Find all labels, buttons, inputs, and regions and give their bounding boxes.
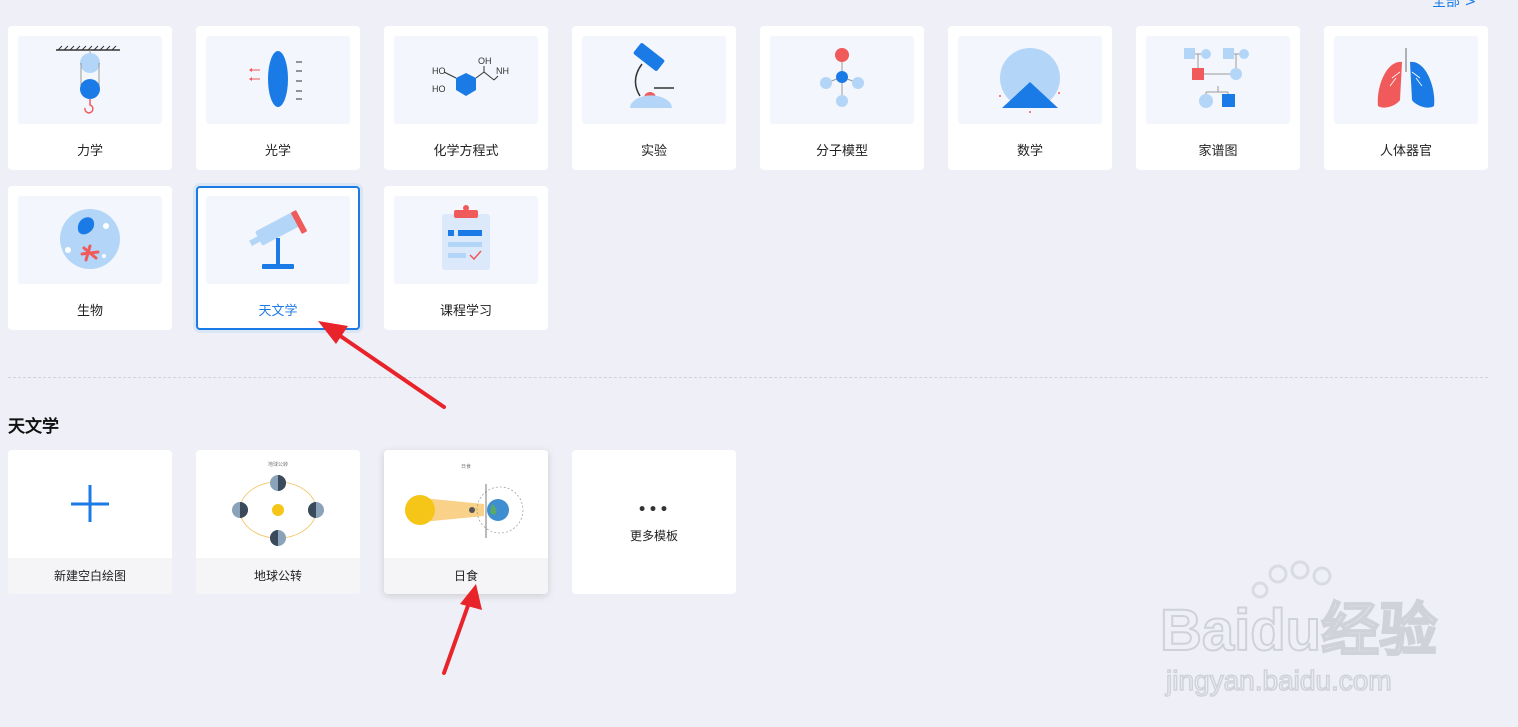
category-card-molecule-model[interactable]: 分子模型 bbox=[760, 26, 924, 170]
cell-icon bbox=[18, 196, 162, 284]
pulley-icon bbox=[18, 36, 162, 124]
category-card-experiment[interactable]: 实验 bbox=[572, 26, 736, 170]
svg-text:日食: 日食 bbox=[461, 463, 471, 470]
category-card-family-tree[interactable]: 家谱图 bbox=[1136, 26, 1300, 170]
svg-text:NH: NH bbox=[496, 66, 509, 76]
molecule-formula-icon: HO HO OH NH bbox=[394, 36, 538, 124]
category-card-human-organs[interactable]: 人体器官 bbox=[1324, 26, 1488, 170]
more-templates-label: 更多模板 bbox=[629, 529, 678, 543]
category-label: 生物 bbox=[76, 304, 103, 319]
view-all-link[interactable]: 全部 > bbox=[1432, 0, 1476, 11]
lungs-icon bbox=[1334, 36, 1478, 124]
section-divider bbox=[8, 377, 1488, 378]
template-card-solar-eclipse[interactable]: 日食 日食 bbox=[384, 450, 548, 594]
section-title: 天文学 bbox=[8, 417, 59, 437]
category-label: 光学 bbox=[264, 144, 291, 159]
svg-text:Baidu经验: Baidu经验 bbox=[1160, 598, 1437, 663]
new-blank-drawing-card[interactable]: 新建空白绘图 bbox=[8, 450, 172, 594]
svg-text:OH: OH bbox=[478, 56, 492, 66]
svg-text:jingyan.baidu.com: jingyan.baidu.com bbox=[1165, 665, 1392, 696]
svg-text:地球公转: 地球公转 bbox=[268, 461, 288, 468]
template-label: 日食 bbox=[384, 558, 548, 594]
clipboard-icon bbox=[394, 196, 538, 284]
category-label: 人体器官 bbox=[1379, 144, 1432, 159]
template-label: 地球公转 bbox=[196, 558, 360, 594]
category-card-course-study[interactable]: 课程学习 bbox=[384, 186, 548, 330]
category-label: 天文学 bbox=[258, 304, 298, 319]
molecule-model-icon bbox=[770, 36, 914, 124]
category-card-astronomy[interactable]: 天文学 bbox=[196, 186, 360, 330]
category-label: 实验 bbox=[640, 144, 667, 159]
more-dots-icon: ••• bbox=[637, 502, 671, 518]
earth-orbit-preview: 地球公转 bbox=[196, 450, 360, 558]
category-card-mechanics[interactable]: 力学 bbox=[8, 26, 172, 170]
svg-text:HO: HO bbox=[432, 66, 446, 76]
template-label: 新建空白绘图 bbox=[8, 558, 172, 594]
category-label: 化学方程式 bbox=[433, 144, 499, 159]
category-label: 力学 bbox=[76, 144, 103, 159]
telescope-icon bbox=[206, 196, 350, 284]
category-label: 数学 bbox=[1016, 144, 1043, 159]
category-label: 课程学习 bbox=[439, 304, 492, 319]
family-tree-icon bbox=[1146, 36, 1290, 124]
baidu-watermark: Baidu经验 jingyan.baidu.com bbox=[1159, 560, 1450, 700]
lens-icon bbox=[206, 36, 350, 124]
solar-eclipse-preview: 日食 bbox=[384, 450, 548, 558]
plus-icon bbox=[8, 450, 172, 558]
category-card-chemical-equation[interactable]: HO HO OH NH 化学方程式 bbox=[384, 26, 548, 170]
category-label: 家谱图 bbox=[1198, 144, 1238, 159]
microscope-icon bbox=[582, 36, 726, 124]
geometry-icon bbox=[958, 36, 1102, 124]
svg-text:HO: HO bbox=[432, 84, 446, 94]
category-card-math[interactable]: 数学 bbox=[948, 26, 1112, 170]
template-card-earth-orbit[interactable]: 地球公转 地球公转 bbox=[196, 450, 360, 594]
category-label: 分子模型 bbox=[815, 144, 868, 159]
more-templates-card[interactable]: ••• 更多模板 bbox=[572, 450, 736, 594]
category-card-biology[interactable]: 生物 bbox=[8, 186, 172, 330]
category-card-optics[interactable]: 光学 bbox=[196, 26, 360, 170]
